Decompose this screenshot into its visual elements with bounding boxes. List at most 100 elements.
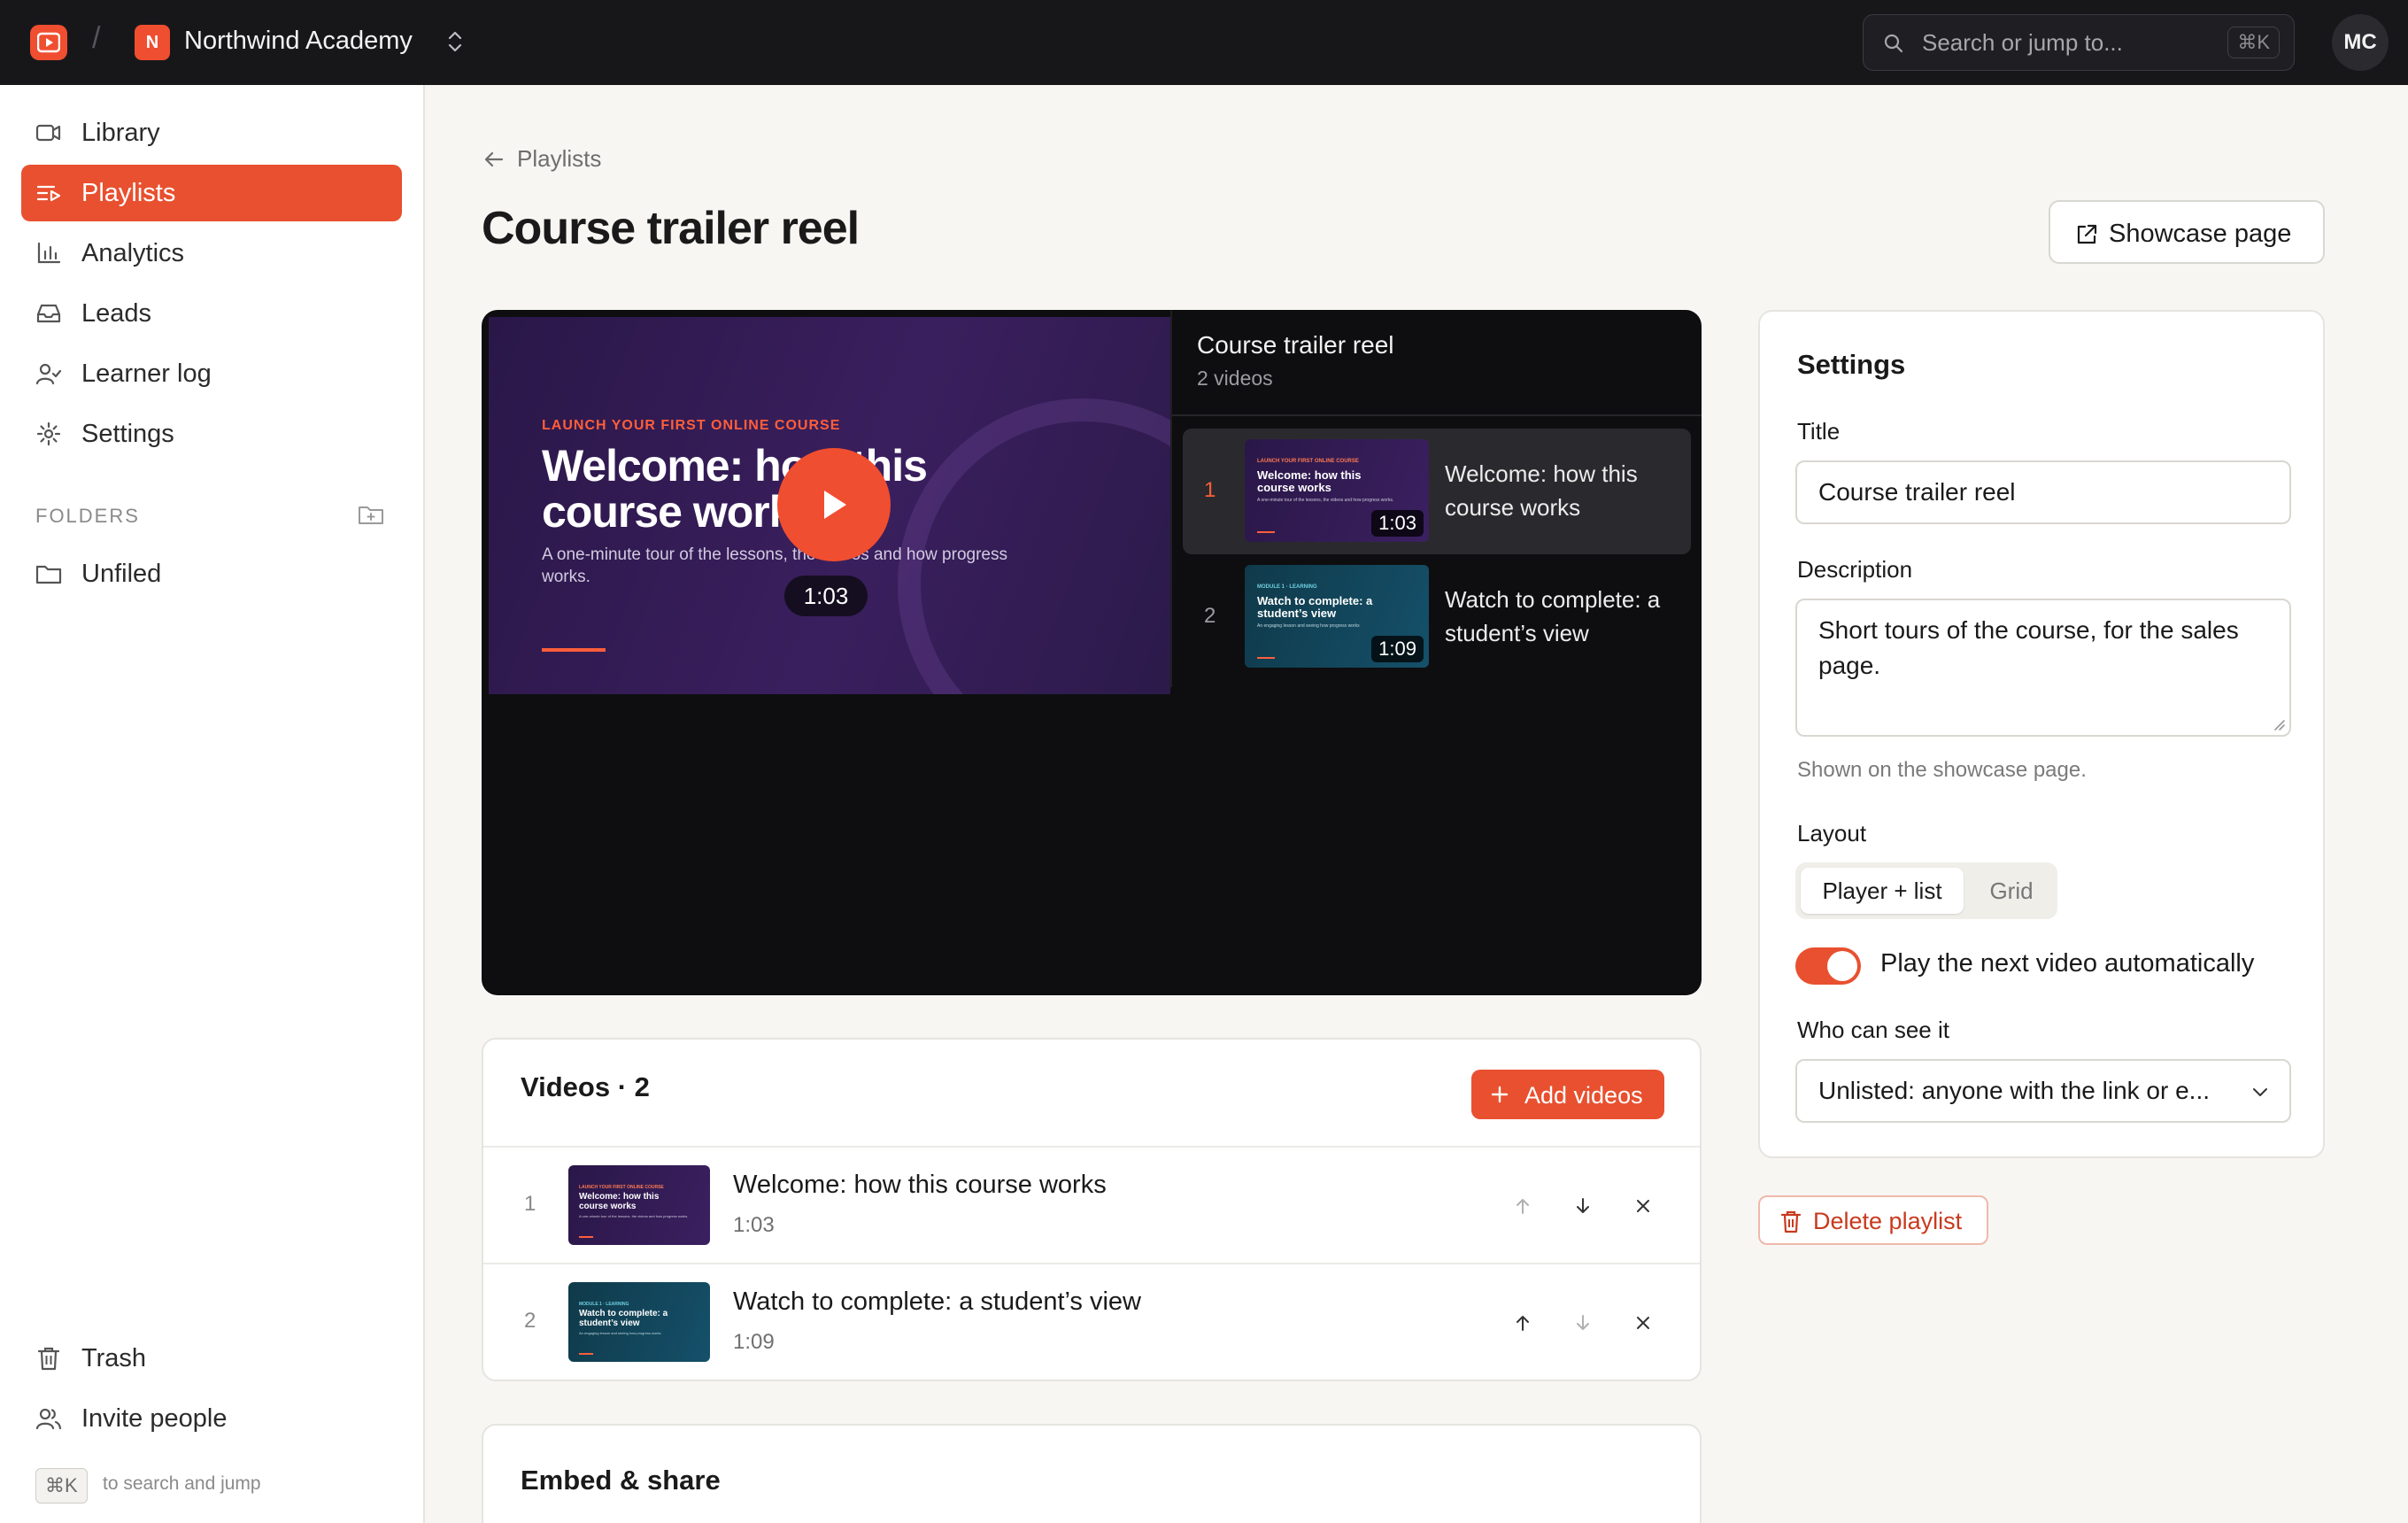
thumb-subtitle: A one-minute tour of the lessons, the vi… (1257, 498, 1394, 503)
thumb-title: Watch to complete: a student’s view (579, 1309, 668, 1328)
search-icon (1883, 33, 1904, 54)
avatar[interactable]: MC (2332, 14, 2389, 71)
row-number: 2 (524, 1309, 536, 1333)
video-preview[interactable]: LAUNCH YOUR FIRST ONLINE COURSE Welcome:… (489, 317, 1170, 694)
autoplay-toggle[interactable] (1795, 947, 1861, 985)
playlist-item-number: 2 (1204, 604, 1216, 628)
delete-playlist-button[interactable]: Delete playlist (1758, 1195, 1988, 1245)
remove-icon[interactable] (1627, 1190, 1659, 1222)
sidebar-item-label: Invite people (81, 1404, 228, 1433)
layout-option-player-list[interactable]: Player + list (1801, 868, 1964, 914)
sidebar-item-label: Analytics (81, 239, 185, 267)
showcase-page-button[interactable]: Showcase page (2049, 200, 2325, 264)
thumb-subtitle: A one-minute tour of the lessons, the vi… (579, 1214, 689, 1218)
back-link-label: Playlists (517, 145, 602, 172)
title-field[interactable]: Course trailer reel (1795, 460, 2291, 524)
page-title: Course trailer reel (482, 203, 860, 254)
app-logo-icon[interactable] (30, 25, 67, 60)
search-input[interactable]: Search or jump to... ⌘K (1863, 14, 2295, 71)
top-bar: / N Northwind Academy Search or jump to.… (0, 0, 2408, 85)
playlist-icon (35, 181, 62, 205)
thumb-subtitle: An engaging lesson and seeing how progre… (579, 1331, 661, 1335)
chevron-up-down-icon[interactable] (444, 28, 466, 55)
resize-grip-icon[interactable] (2272, 717, 2286, 731)
playlist-item[interactable]: 1 LAUNCH YOUR FIRST ONLINE COURSE Welcom… (1183, 429, 1691, 554)
thumb-eyebrow: MODULE 1 · LEARNING (579, 1302, 629, 1307)
description-field[interactable]: Short tours of the course, for the sales… (1795, 599, 2291, 737)
thumb-eyebrow: MODULE 1 · LEARNING (1257, 584, 1317, 590)
shortcut-hint: to search and jump (103, 1473, 261, 1494)
video-thumbnail: LAUNCH YOUR FIRST ONLINE COURSE Welcome:… (1245, 439, 1429, 542)
sidebar-item-label: Trash (81, 1344, 147, 1372)
back-to-playlists-link[interactable]: Playlists (483, 145, 601, 173)
embed-share-card: Embed & share (482, 1424, 1702, 1523)
external-link-icon (2075, 223, 2098, 246)
move-down-icon[interactable] (1567, 1190, 1599, 1222)
sidebar-item-label: Unfiled (81, 560, 162, 588)
sidebar-item-learner-log[interactable]: Learner log (21, 345, 402, 402)
videos-card: Videos · 2 Add videos 1 LAUNCH YOUR FIRS… (482, 1038, 1702, 1381)
thumbnail-duration: 1:09 (1371, 636, 1424, 662)
sidebar: Library Playlists Analytics Leads Learne… (0, 85, 425, 1523)
visibility-select[interactable]: Unlisted: anyone with the link or e... (1795, 1059, 2291, 1123)
layout-option-grid[interactable]: Grid (1969, 868, 2054, 914)
thumb-accent-bar (1257, 531, 1275, 533)
playlist-divider (1170, 310, 1172, 687)
title-label: Title (1797, 418, 1841, 445)
user-check-icon (35, 361, 62, 386)
inbox-icon (35, 301, 62, 326)
table-row[interactable]: 2 MODULE 1 · LEARNING Watch to complete:… (483, 1263, 1700, 1380)
slide-accent-bar (542, 648, 606, 652)
workspace-name[interactable]: Northwind Academy (184, 27, 413, 56)
toggle-knob (1827, 951, 1857, 981)
move-down-icon[interactable] (1567, 1307, 1599, 1339)
playlist-item-title: Welcome: how this course works (1445, 460, 1638, 521)
move-up-icon[interactable] (1507, 1190, 1539, 1222)
sidebar-item-label: Settings (81, 420, 174, 448)
description-label: Description (1797, 556, 1913, 583)
thumb-title: Watch to complete: a student’s view (1257, 594, 1373, 620)
folders-heading: FOLDERS (35, 505, 140, 527)
breadcrumb-separator: / (92, 21, 101, 55)
remove-icon[interactable] (1627, 1307, 1659, 1339)
video-camera-icon (35, 120, 62, 145)
trash-icon (35, 1346, 62, 1371)
description-help: Shown on the showcase page. (1797, 758, 2087, 782)
playlist-item[interactable]: 2 MODULE 1 · LEARNING Watch to complete:… (1183, 554, 1691, 680)
sidebar-item-analytics[interactable]: Analytics (21, 225, 402, 282)
sidebar-item-invite-people[interactable]: Invite people (21, 1390, 402, 1447)
users-icon (35, 1406, 62, 1431)
add-videos-label: Add videos (1524, 1082, 1643, 1109)
playlist-item-title: Watch to complete: a student’s view (1445, 586, 1661, 646)
sidebar-item-label: Library (81, 119, 160, 147)
folder-icon (35, 561, 62, 586)
thumb-title: Welcome: how this course works (579, 1192, 660, 1211)
settings-card: Settings Title Course trailer reel Descr… (1758, 310, 2325, 1158)
search-shortcut: ⌘K (2227, 27, 2280, 58)
video-duration: 1:09 (733, 1330, 775, 1354)
play-icon (819, 488, 849, 522)
new-folder-icon[interactable] (358, 503, 384, 526)
slide-eyebrow: LAUNCH YOUR FIRST ONLINE COURSE (542, 418, 841, 433)
add-videos-button[interactable]: Add videos (1471, 1070, 1664, 1119)
duration-badge: 1:03 (784, 576, 868, 616)
play-button[interactable] (777, 448, 891, 561)
table-row[interactable]: 1 LAUNCH YOUR FIRST ONLINE COURSE Welcom… (483, 1146, 1700, 1263)
thumb-accent-bar (579, 1236, 593, 1238)
sidebar-item-library[interactable]: Library (21, 104, 402, 161)
bar-chart-icon (35, 241, 62, 266)
sidebar-item-playlists[interactable]: Playlists (21, 165, 402, 221)
move-up-icon[interactable] (1507, 1307, 1539, 1339)
playlist-item-number: 1 (1204, 478, 1216, 502)
playlist-panel-separator (1172, 414, 1702, 416)
sidebar-item-unfiled[interactable]: Unfiled (21, 545, 402, 602)
sidebar-item-leads[interactable]: Leads (21, 285, 402, 342)
thumb-subtitle: An engaging lesson and seeing how progre… (1257, 623, 1360, 629)
workspace-badge[interactable]: N (135, 25, 170, 60)
layout-label: Layout (1797, 820, 1867, 847)
thumb-accent-bar (579, 1353, 593, 1355)
sidebar-item-settings[interactable]: Settings (21, 406, 402, 462)
visibility-value: Unlisted: anyone with the link or e... (1818, 1077, 2211, 1104)
thumb-eyebrow: LAUNCH YOUR FIRST ONLINE COURSE (1257, 459, 1359, 464)
sidebar-item-trash[interactable]: Trash (21, 1330, 402, 1387)
